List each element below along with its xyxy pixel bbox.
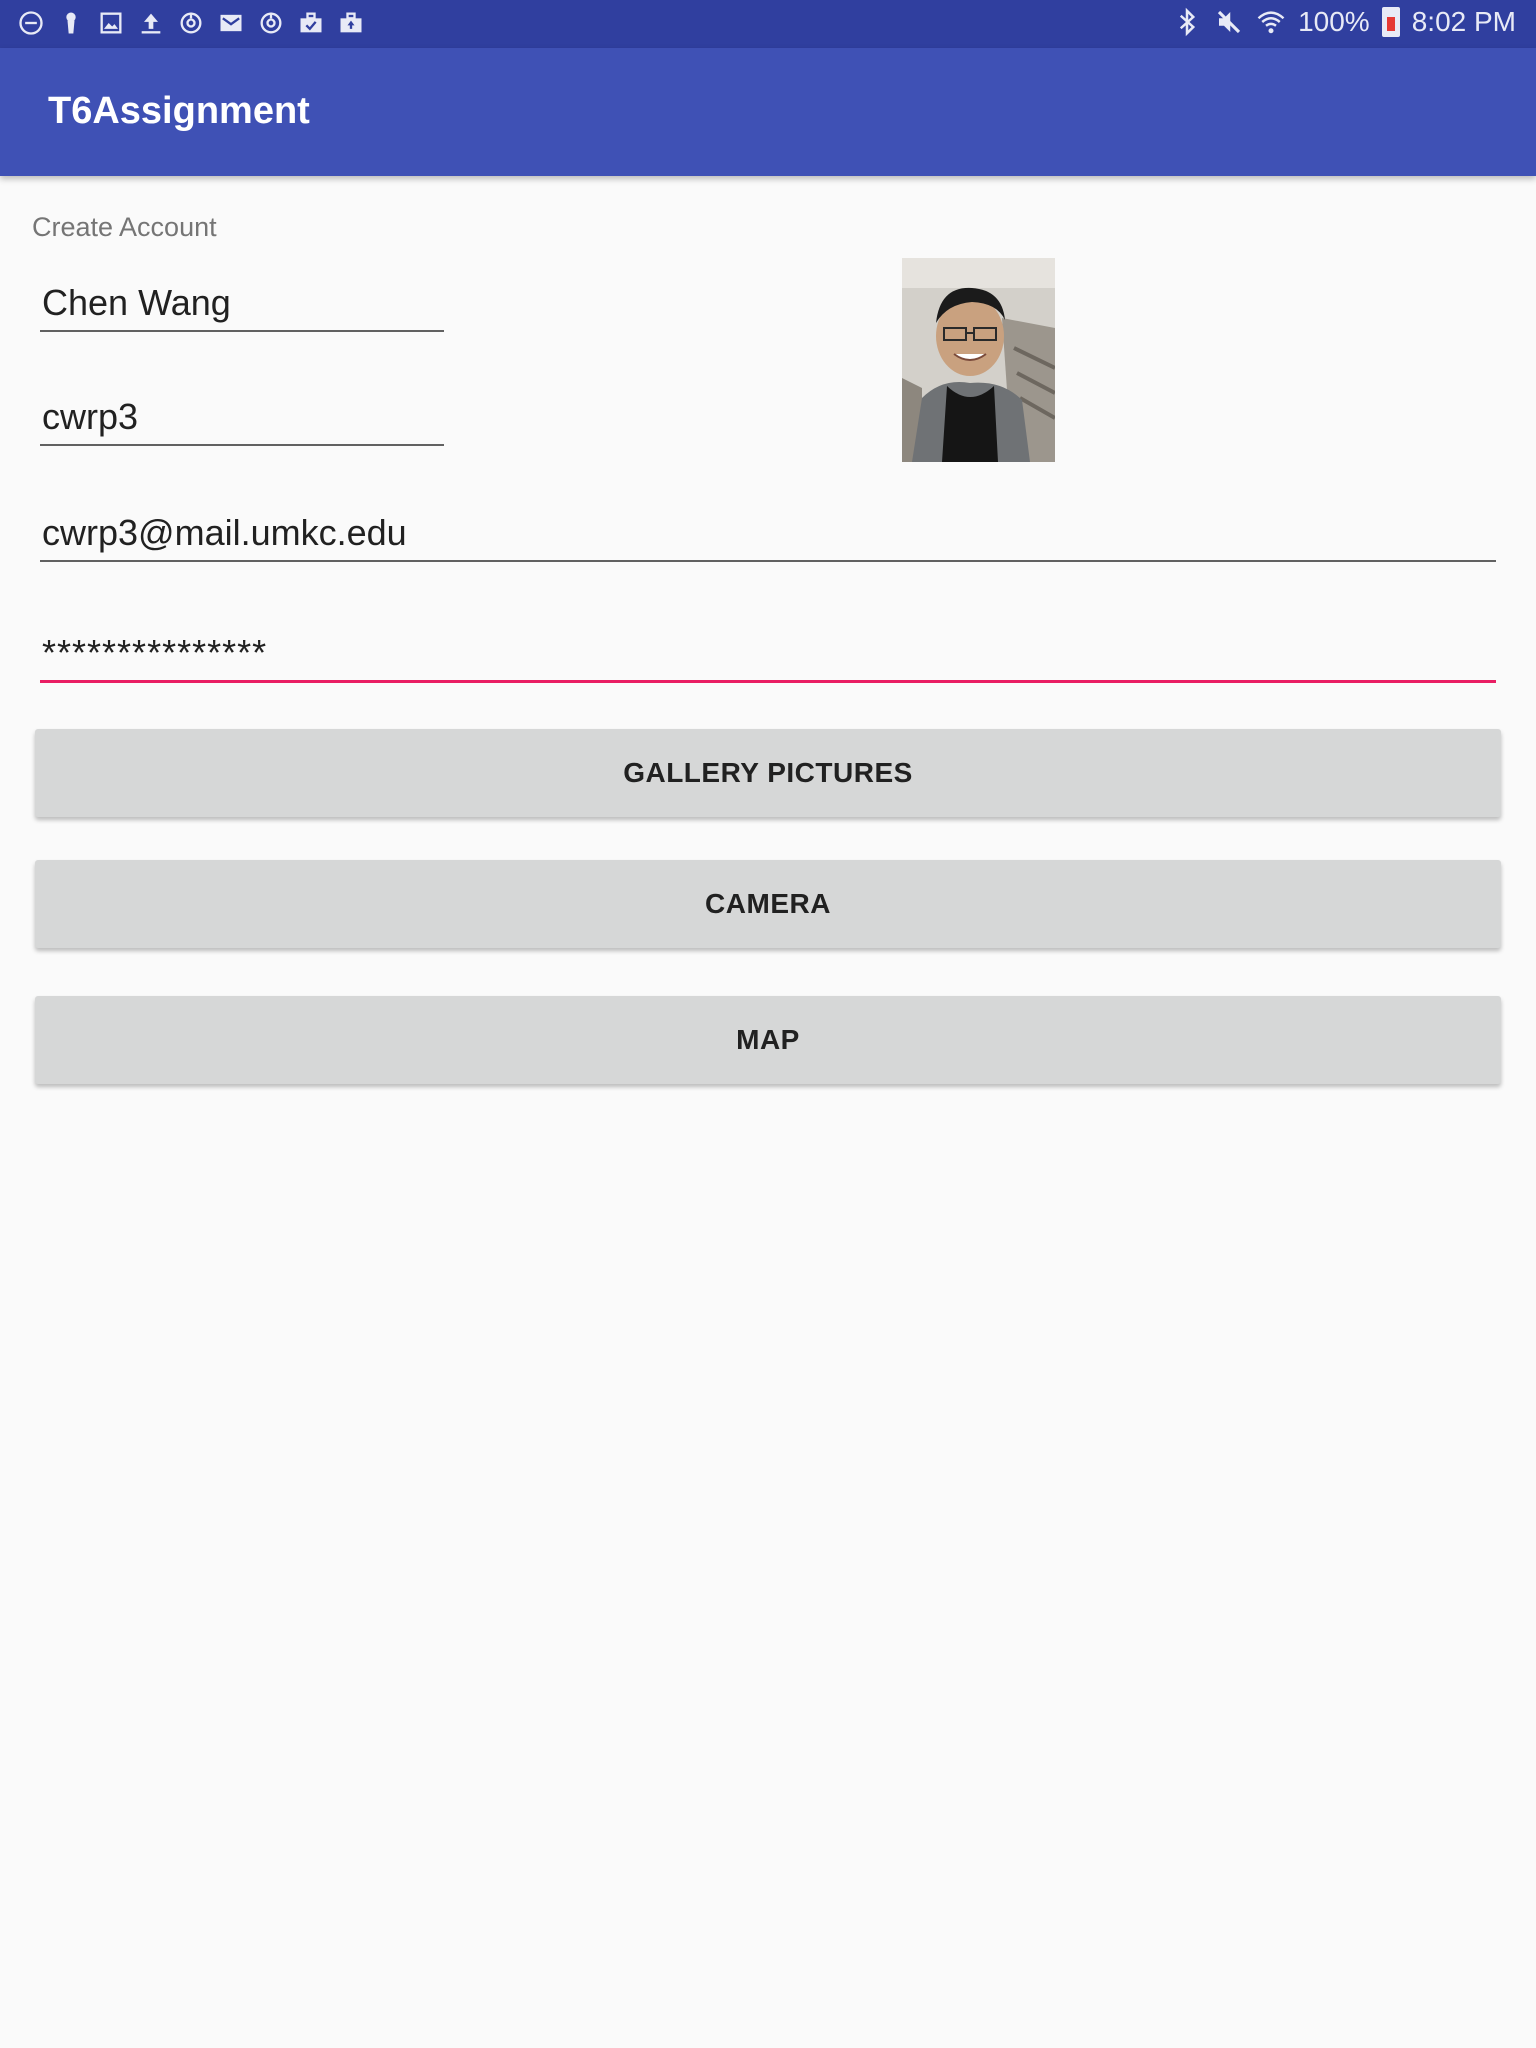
camera-button[interactable]: CAMERA bbox=[35, 860, 1501, 948]
sync-icon bbox=[176, 8, 206, 38]
map-button[interactable]: MAP bbox=[35, 996, 1501, 1084]
do-not-disturb-icon bbox=[16, 8, 46, 38]
battery-icon bbox=[1381, 7, 1400, 37]
app-bar: T6Assignment bbox=[0, 48, 1536, 176]
app-title: T6Assignment bbox=[48, 90, 310, 132]
mute-icon bbox=[1214, 7, 1244, 37]
bluetooth-icon bbox=[1172, 7, 1202, 37]
wifi-icon bbox=[1256, 7, 1286, 37]
profile-photo bbox=[902, 258, 1055, 462]
clock: 8:02 PM bbox=[1411, 6, 1516, 37]
create-account-label: Create Account bbox=[32, 212, 217, 242]
status-right-area: 100% 8:02 PM bbox=[1172, 6, 1516, 38]
battery-percent: 100% bbox=[1298, 6, 1370, 37]
briefcase-upload-icon bbox=[336, 8, 366, 38]
keyhole-icon bbox=[56, 8, 86, 38]
sync-icon bbox=[256, 8, 286, 38]
profile-photo-image bbox=[902, 258, 1055, 462]
username-field[interactable]: cwrp3 bbox=[40, 396, 444, 446]
name-field[interactable]: Chen Wang bbox=[40, 282, 444, 332]
email-field[interactable]: cwrp3@mail.umkc.edu bbox=[40, 512, 1496, 562]
upload-icon bbox=[136, 8, 166, 38]
gallery-pictures-button[interactable]: GALLERY PICTURES bbox=[35, 729, 1501, 817]
mail-icon bbox=[216, 8, 246, 38]
briefcase-check-icon bbox=[296, 8, 326, 38]
status-bar: 100% 8:02 PM bbox=[0, 0, 1536, 48]
password-field[interactable]: *************** bbox=[40, 632, 1496, 683]
notification-icons bbox=[16, 8, 366, 38]
image-icon bbox=[96, 8, 126, 38]
